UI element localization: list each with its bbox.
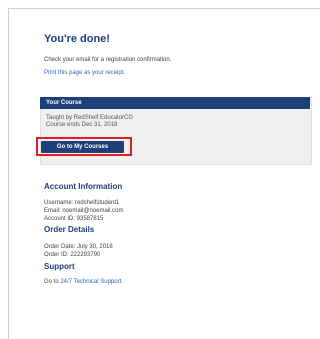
course-panel-title: Your Course [46,100,82,106]
page-title: You're done! [44,33,110,45]
order-id: Order ID: 222293790 [44,252,101,258]
order-details-title: Order Details [44,225,95,234]
support-suffix: . [121,279,123,285]
support-prefix: Go to [44,279,61,285]
support-text: Go to 24/7 Technical Support. [44,278,123,286]
email-confirmation-text: Check your email for a registration conf… [44,57,172,63]
course-end-date: Course ends Dec 31, 2018 [46,122,118,128]
support-title: Support [44,262,75,271]
account-information-title: Account Information [44,182,123,191]
print-receipt-link[interactable]: Print this page as your receipt. [44,70,125,77]
account-email: Email: noemail@noemail.com [44,208,124,214]
course-instructor: Taught by RedShelf EducatorCG [46,115,134,121]
technical-support-link[interactable]: 24/7 Technical Support [60,279,121,285]
account-username: Username: redshelfstudent1 [44,200,120,206]
order-date: Order Date: July 30, 2018 [44,244,113,250]
go-to-my-courses-button[interactable]: Go to My Courses [41,141,124,153]
account-id: Account ID: 93587815 [44,216,104,222]
